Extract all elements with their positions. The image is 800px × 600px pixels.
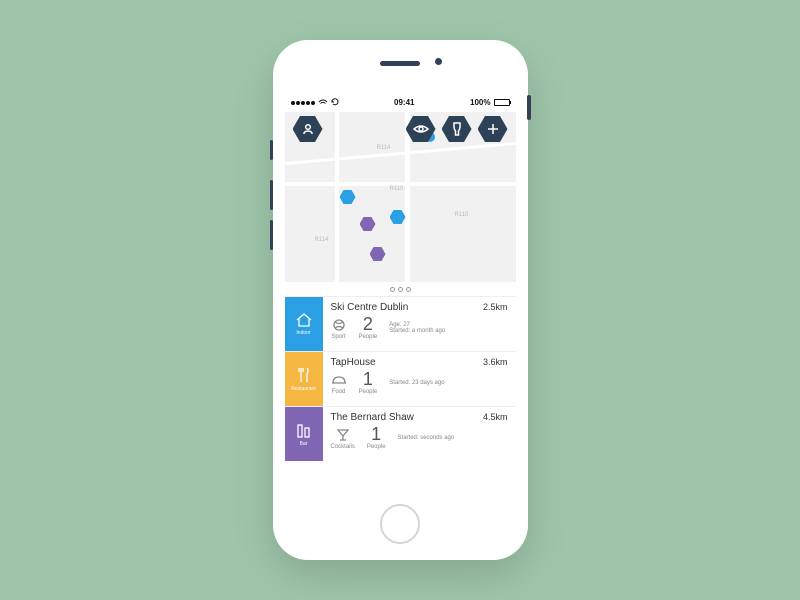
category-indoor: Indoor [285, 297, 323, 351]
people-count: 1 [363, 370, 373, 388]
map-marker[interactable] [370, 247, 386, 261]
cocktail-icon [335, 427, 351, 443]
people-count: 2 [363, 315, 373, 333]
sport-icon [331, 317, 347, 333]
venue-distance: 3.6km [483, 357, 508, 367]
started-label: Started: seconds ago [398, 435, 455, 441]
list-item[interactable]: Indoor Ski Centre Dublin 2.5km Sport 2 [285, 296, 516, 351]
road-label: R110 [390, 186, 404, 192]
food-icon [331, 372, 347, 388]
people-label: People [367, 444, 386, 450]
battery-icon [494, 99, 510, 106]
people-label: People [359, 334, 378, 340]
status-bar: 09:41 100% [285, 95, 516, 110]
visibility-button[interactable] [406, 116, 436, 142]
subtype-label: Food [332, 389, 346, 395]
subtype-label: Cocktails [331, 444, 355, 450]
map-marker[interactable] [340, 190, 356, 204]
toolbar [285, 110, 516, 146]
volume-up[interactable] [270, 180, 273, 210]
road-label: R110 [455, 212, 469, 218]
filter-button[interactable] [442, 116, 472, 142]
mute-switch[interactable] [270, 140, 273, 160]
cutlery-icon [296, 366, 312, 384]
started-label: Started: 23 days ago [389, 380, 444, 386]
started-label: Started: a month ago [389, 328, 445, 334]
power-button[interactable] [527, 95, 531, 120]
map-marker[interactable] [360, 217, 376, 231]
list-item[interactable]: Bar The Bernard Shaw 4.5km Cocktails 1 [285, 406, 516, 461]
wifi-icon [318, 99, 328, 107]
add-button[interactable] [478, 116, 508, 142]
category-label: Restaurant [291, 386, 315, 392]
road-label: R114 [315, 237, 329, 243]
map-marker[interactable] [390, 210, 406, 224]
list-item[interactable]: Restaurant TapHouse 3.6km Food 1 [285, 351, 516, 406]
house-icon [295, 312, 313, 328]
people-label: People [359, 389, 378, 395]
venue-distance: 2.5km [483, 302, 508, 312]
people-count: 1 [371, 425, 381, 443]
profile-button[interactable] [293, 116, 323, 142]
signal-dots [291, 101, 315, 105]
venue-title: Ski Centre Dublin [331, 302, 409, 313]
subtype-label: Sport [331, 334, 345, 340]
category-label: Bar [300, 441, 308, 447]
home-button[interactable] [380, 504, 420, 544]
venue-title: The Bernard Shaw [331, 412, 414, 423]
venue-distance: 4.5km [483, 412, 508, 422]
category-restaurant: Restaurant [285, 352, 323, 406]
battery-percent: 100% [470, 98, 490, 107]
venue-list: Indoor Ski Centre Dublin 2.5km Sport 2 [285, 296, 516, 461]
screen: 09:41 100% R114 R110 R110 R114 [285, 95, 516, 490]
venue-title: TapHouse [331, 357, 376, 368]
category-label: Indoor [296, 330, 310, 336]
phone-frame: 09:41 100% R114 R110 R110 R114 [273, 40, 528, 560]
drinks-icon [295, 421, 313, 439]
status-time: 09:41 [394, 98, 414, 107]
refresh-icon [331, 98, 339, 108]
category-bar: Bar [285, 407, 323, 461]
volume-down[interactable] [270, 220, 273, 250]
page-indicator[interactable] [285, 282, 516, 296]
